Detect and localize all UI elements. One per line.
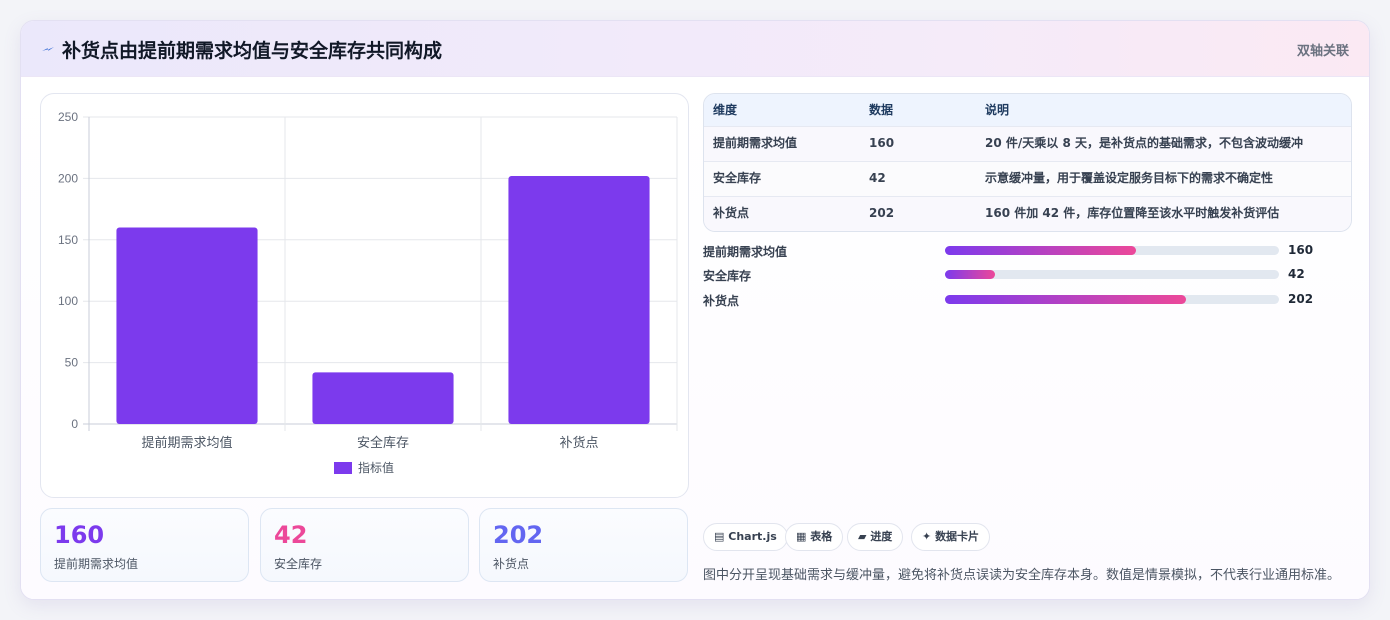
table-cell: 安全库存 — [713, 171, 762, 185]
x-tick-label: 安全库存 — [357, 435, 409, 450]
table-row: 补货点 202 160 件加 42 件，库存位置降至该水平时触发补货评估 — [704, 197, 1351, 231]
progress-track — [945, 270, 1279, 279]
table-header-cell: 数据 — [869, 103, 894, 117]
y-tick-label: 150 — [58, 233, 78, 247]
progress-fill — [945, 270, 996, 279]
chart-panel: 0 50 100 150 200 250 提前期需求均值 安全库存 补货点指标值 — [40, 93, 689, 498]
data-table: 维度 数据 说明 提前期需求均值 160 20 件/天乘以 8 天，是补货点的基… — [703, 93, 1352, 232]
stat-card-reorder-point: 202 补货点 — [479, 508, 688, 582]
progress-icon: ▰ — [858, 530, 867, 543]
table-cell: 202 — [869, 206, 895, 220]
table-cell: 示意缓冲量，用于覆盖设定服务目标下的需求不确定性 — [985, 171, 1274, 185]
y-tick-label: 50 — [65, 356, 79, 370]
page-title: 补货点由提前期需求均值与安全库存共同构成 — [62, 40, 443, 62]
bar — [508, 175, 650, 424]
table-icon: ▦ — [796, 530, 807, 543]
chip-label: 进度 — [870, 530, 893, 543]
bar — [116, 227, 258, 424]
table-header-cell: 维度 — [713, 103, 738, 117]
progress-label: 补货点 — [703, 294, 740, 308]
footnote: 图中分开呈现基础需求与缓冲量，避免将补货点误读为安全库存本身。数值是情景模拟，不… — [703, 568, 1341, 583]
bar-chart: 0 50 100 150 200 250 提前期需求均值 安全库存 补货点指标值 — [58, 110, 678, 475]
chip-chartjs[interactable]: ▤ Chart.js — [703, 523, 788, 551]
stat-value: 160 — [54, 521, 105, 549]
table-row: 提前期需求均值 160 20 件/天乘以 8 天，是补货点的基础需求，不包含波动… — [704, 127, 1351, 162]
bolt-icon — [42, 47, 54, 51]
sparkle-icon: ✦ — [922, 530, 932, 543]
chip-table[interactable]: ▦ 表格 — [785, 523, 844, 551]
card-header: 补货点由提前期需求均值与安全库存共同构成 双轴关联 — [21, 21, 1369, 77]
chip-data-cards[interactable]: ✦ 数据卡片 — [911, 523, 991, 551]
table-cell: 160 — [869, 136, 895, 150]
chip-label: 数据卡片 — [935, 530, 980, 543]
y-tick-label: 250 — [58, 110, 78, 124]
y-tick-label: 0 — [71, 417, 78, 431]
table-cell: 20 件/天乘以 8 天，是补货点的基础需求，不包含波动缓冲 — [985, 136, 1303, 150]
stat-value: 202 — [493, 521, 544, 549]
stat-label: 提前期需求均值 — [54, 557, 139, 571]
legend-label: 指标值 — [358, 460, 394, 475]
progress-label: 提前期需求均值 — [703, 245, 788, 259]
progress-track — [945, 246, 1279, 255]
table-cell: 提前期需求均值 — [713, 136, 798, 150]
progress-value: 160 — [1288, 243, 1314, 257]
legend-swatch — [334, 462, 352, 474]
stat-label: 安全库存 — [274, 557, 323, 571]
stat-value: 42 — [274, 521, 308, 549]
stat-card-safety-stock: 42 安全库存 — [260, 508, 469, 582]
table-header-row: 维度 数据 说明 — [704, 94, 1351, 127]
progress-track — [945, 295, 1279, 304]
progress-value: 42 — [1288, 267, 1305, 281]
header-tag: 双轴关联 — [1296, 44, 1349, 59]
x-tick-label: 补货点 — [559, 435, 598, 450]
progress-fill — [945, 246, 1136, 255]
table-row: 安全库存 42 示意缓冲量，用于覆盖设定服务目标下的需求不确定性 — [704, 162, 1351, 197]
table-cell: 补货点 — [713, 206, 750, 220]
table-cell: 42 — [869, 171, 886, 185]
progress-label: 安全库存 — [703, 269, 752, 283]
chip-label: 表格 — [810, 530, 833, 543]
table-cell: 160 件加 42 件，库存位置降至该水平时触发补货评估 — [985, 206, 1280, 220]
main-card: 补货点由提前期需求均值与安全库存共同构成 双轴关联 0 50 100 150 200 25… — [20, 20, 1370, 600]
bar — [312, 372, 454, 424]
chart-icon: ▤ — [714, 530, 725, 543]
stat-label: 补货点 — [493, 557, 530, 571]
progress-value: 202 — [1288, 292, 1314, 306]
x-tick-label: 提前期需求均值 — [141, 435, 232, 450]
progress-fill — [945, 295, 1186, 304]
table-header-cell: 说明 — [985, 103, 1010, 117]
chip-progress[interactable]: ▰ 进度 — [847, 523, 904, 551]
chip-label: Chart.js — [728, 530, 777, 543]
y-tick-label: 100 — [58, 294, 78, 308]
stat-card-lead-demand: 160 提前期需求均值 — [40, 508, 249, 582]
y-tick-label: 200 — [58, 171, 78, 185]
